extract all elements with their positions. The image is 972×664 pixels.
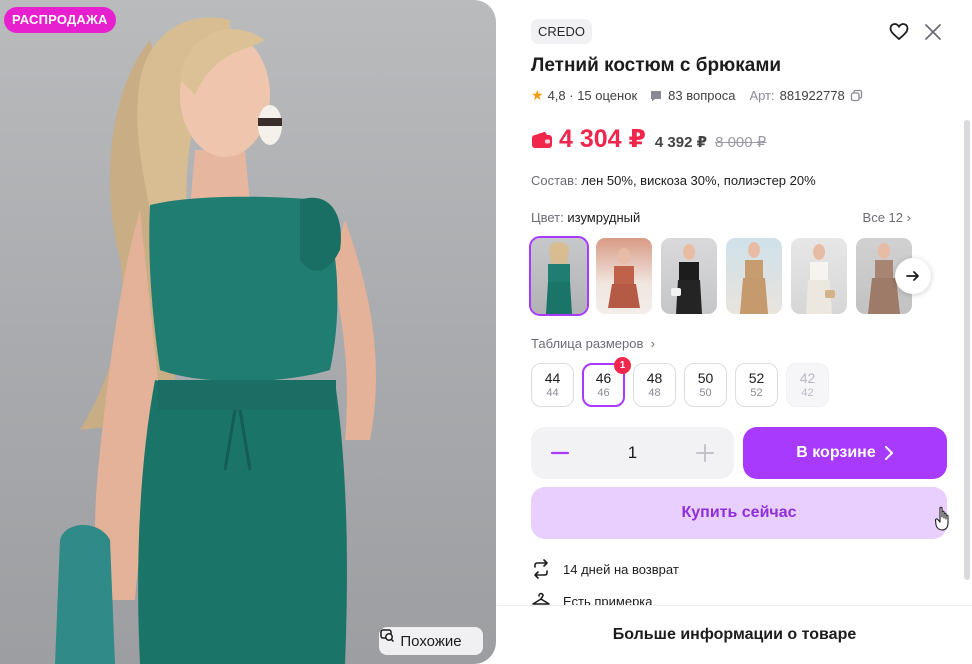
- chevron-right-icon: ›: [647, 336, 655, 351]
- similar-label: Похожие: [400, 632, 462, 650]
- quantity-value: 1: [627, 443, 638, 462]
- rating-value[interactable]: 4,8: [548, 88, 566, 103]
- size-eu: 46: [597, 387, 610, 399]
- similar-button[interactable]: Похожие: [379, 627, 483, 655]
- composition: Состав: лен 50%, вискоза 30%, полиэстер …: [531, 173, 816, 188]
- thumb-image: [546, 242, 572, 314]
- size-ru: 42: [799, 370, 816, 386]
- color-thumb-emerald[interactable]: [529, 236, 589, 316]
- reviews-count[interactable]: 15 оценок: [577, 88, 637, 103]
- return-policy-text: 14 дней на возврат: [563, 561, 679, 577]
- color-row: Цвет: изумрудный Все 12 ›: [531, 210, 911, 225]
- size-eu: 42: [801, 387, 814, 399]
- all-colors-link[interactable]: Все 12 ›: [863, 210, 911, 225]
- color-thumb-beige[interactable]: [726, 238, 782, 314]
- all-colors-label: Все 12: [862, 210, 904, 225]
- size-ru: 50: [697, 370, 714, 386]
- wallet-price: 4 392 ₽: [654, 134, 708, 151]
- product-title: Летний костюм с брюками: [531, 55, 782, 76]
- color-thumb-black[interactable]: [661, 238, 717, 314]
- product-photo[interactable]: РАСПРОДАЖА Похожие: [0, 0, 496, 664]
- size-ru: 48: [646, 370, 663, 386]
- size-eu: 44: [546, 387, 559, 399]
- hand-cursor-icon: [935, 506, 949, 531]
- size-eu: 48: [648, 387, 661, 399]
- plus-icon[interactable]: [694, 442, 716, 464]
- color-thumbnails: [529, 236, 912, 316]
- questions-count[interactable]: 83 вопроса: [668, 88, 735, 103]
- color-label: Цвет:: [531, 210, 564, 225]
- chevron-right-icon: ›: [906, 210, 911, 225]
- color-value: изумрудный: [567, 210, 641, 225]
- chevron-right-icon: [884, 446, 893, 460]
- size-ru: 46: [595, 370, 612, 386]
- size-eu: 52: [750, 387, 763, 399]
- thumb-image: [671, 244, 702, 314]
- old-price: 8 000 ₽: [715, 134, 767, 151]
- size-eu: 50: [699, 387, 712, 399]
- buy-now-button[interactable]: Купить сейчас: [531, 487, 947, 539]
- size-option-selected[interactable]: 46 46 1: [582, 357, 631, 407]
- size-option-unavailable: 42 42: [786, 363, 829, 407]
- model-illustration: [55, 17, 376, 664]
- similar-search-icon: [380, 629, 395, 643]
- current-price: 4 304 ₽: [559, 125, 646, 153]
- size-option[interactable]: 48 48: [633, 363, 676, 407]
- color-thumb-white[interactable]: [791, 238, 847, 314]
- return-arrows-icon: [534, 559, 548, 579]
- heart-icon[interactable]: [889, 22, 909, 42]
- size-option[interactable]: 52 52: [735, 363, 778, 407]
- questions-icon: [651, 90, 662, 101]
- more-info-button[interactable]: Больше информации о товаре: [497, 605, 972, 664]
- size-ru: 44: [544, 370, 561, 386]
- brand-chip[interactable]: CREDO: [531, 19, 592, 44]
- star-icon: ★: [531, 87, 544, 103]
- wallet-icon: [532, 131, 552, 148]
- article-number: 881922778: [779, 88, 845, 103]
- article-label: Арт:: [749, 88, 775, 103]
- price-row: 4 304 ₽ 4 392 ₽ 8 000 ₽: [531, 124, 766, 154]
- meta-separator: ·: [565, 88, 578, 103]
- size-selector: 44 44 46 46 1 48 48 50 50 52 52 42 42: [531, 357, 829, 407]
- arrow-right-icon: [906, 271, 919, 281]
- quantity-stepper: 1: [531, 427, 734, 479]
- composition-value: лен 50%, вискоза 30%, полиэстер 20%: [581, 173, 816, 188]
- size-ru: 52: [748, 370, 765, 386]
- return-policy: 14 дней на возврат: [531, 559, 679, 579]
- size-option[interactable]: 44 44: [531, 363, 574, 407]
- in-cart-button[interactable]: В корзине: [743, 427, 947, 479]
- size-cart-count-badge: 1: [614, 357, 631, 374]
- minus-icon[interactable]: [549, 442, 571, 464]
- thumb-image: [806, 244, 835, 314]
- thumb-image: [608, 248, 640, 308]
- size-option[interactable]: 50 50: [684, 363, 727, 407]
- size-table-link[interactable]: Таблица размеров ›: [531, 336, 655, 351]
- color-thumb-terracotta[interactable]: [596, 238, 652, 314]
- in-cart-label: В корзине: [796, 444, 876, 461]
- product-meta: ★ 4,8 · 15 оценок 83 вопроса Арт: 881922…: [531, 87, 863, 104]
- scrollbar[interactable]: [964, 120, 970, 580]
- close-icon[interactable]: [924, 23, 942, 41]
- thumb-image: [740, 242, 768, 314]
- sale-badge: РАСПРОДАЖА: [4, 7, 116, 33]
- thumbnails-next-button[interactable]: [895, 258, 931, 294]
- size-table-label: Таблица размеров: [531, 336, 644, 351]
- copy-icon[interactable]: [850, 89, 863, 102]
- composition-label: Состав:: [531, 173, 578, 188]
- product-details-panel: CREDO Летний костюм с брюками ★ 4,8 · 15…: [497, 0, 972, 664]
